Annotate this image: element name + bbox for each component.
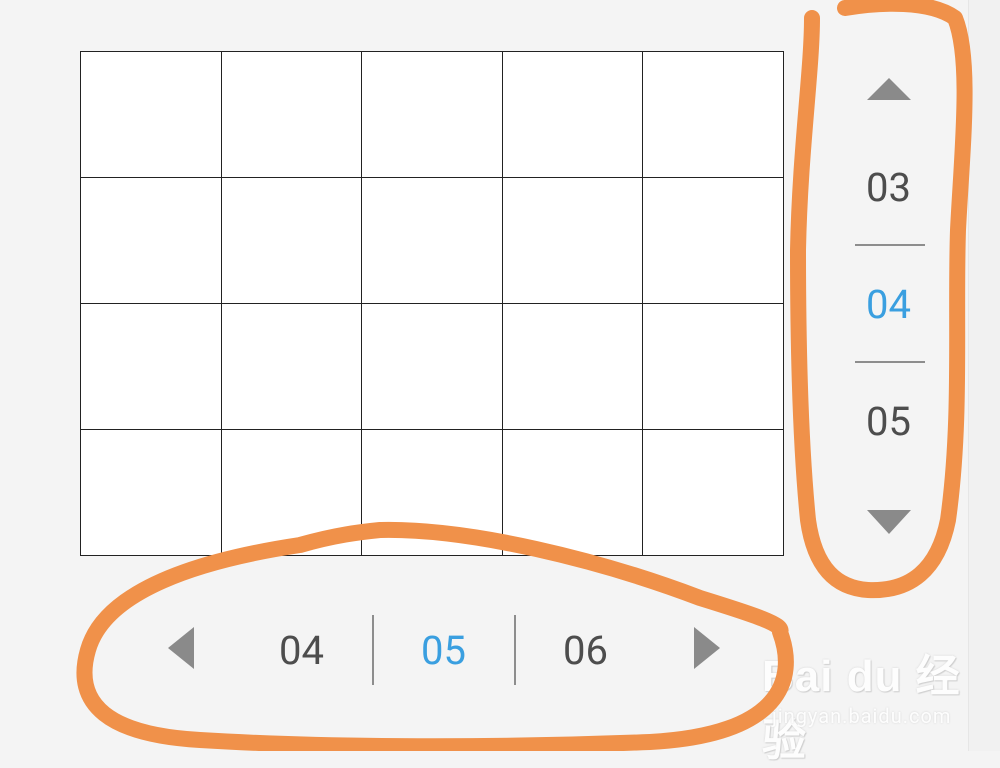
picker-divider	[372, 615, 374, 685]
grid-table	[80, 51, 784, 556]
right-edge-strip	[968, 0, 1000, 751]
vertical-picker-item-next[interactable]: 05	[866, 402, 911, 442]
grid-cell	[502, 304, 644, 430]
grid-cell	[643, 304, 784, 430]
grid-cell	[643, 430, 784, 556]
grid-cell	[362, 430, 503, 556]
horizontal-picker-item-selected[interactable]: 05	[421, 631, 466, 671]
horizontal-picker-item-next[interactable]: 06	[563, 631, 608, 671]
grid-cell	[221, 430, 363, 556]
picker-divider	[855, 244, 925, 246]
vertical-picker-item-prev[interactable]: 03	[866, 168, 911, 208]
grid-cell	[81, 178, 222, 304]
arrow-down-icon[interactable]	[867, 510, 911, 534]
grid-cell	[502, 178, 644, 304]
grid-cell	[502, 52, 644, 178]
grid-cell	[643, 178, 784, 304]
grid-cell	[81, 304, 222, 430]
grid-cell	[81, 52, 222, 178]
grid-cell	[362, 52, 503, 178]
grid-cell	[221, 304, 363, 430]
grid-cell	[362, 178, 503, 304]
baidu-watermark: Bai du 经验 jingyan.baidu.com	[762, 640, 1000, 768]
arrow-up-icon[interactable]	[867, 78, 911, 100]
grid-cell	[81, 430, 222, 556]
picker-divider	[514, 615, 516, 685]
grid-cell	[643, 52, 784, 178]
watermark-url: jingyan.baidu.com	[772, 704, 952, 728]
vertical-picker-item-selected[interactable]: 04	[866, 285, 911, 325]
grid-cell	[502, 430, 644, 556]
horizontal-picker-item-prev[interactable]: 04	[279, 631, 324, 671]
grid-cell	[362, 304, 503, 430]
grid-cell	[221, 52, 363, 178]
grid-cell	[221, 178, 363, 304]
picker-divider	[855, 361, 925, 363]
arrow-right-icon[interactable]	[694, 627, 720, 669]
arrow-left-icon[interactable]	[168, 627, 194, 669]
